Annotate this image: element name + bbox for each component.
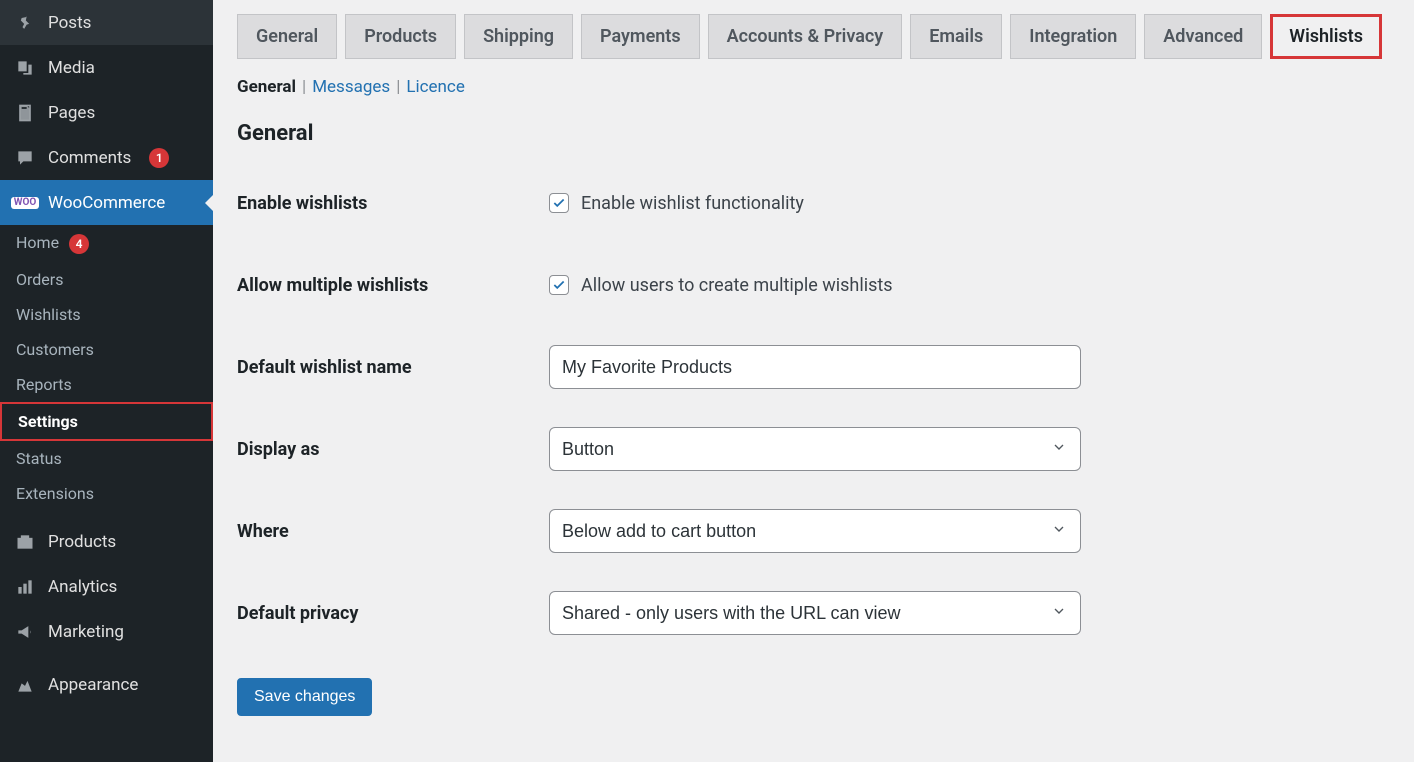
submenu-item-reports[interactable]: Reports — [0, 367, 213, 402]
submenu-item-home[interactable]: Home 4 — [0, 225, 213, 262]
subtab-licence[interactable]: Licence — [406, 77, 465, 97]
tab-shipping[interactable]: Shipping — [464, 14, 573, 59]
submenu-item-status[interactable]: Status — [0, 441, 213, 476]
sidebar-item-products[interactable]: Products — [0, 519, 213, 564]
comments-count-badge: 1 — [149, 148, 169, 168]
sidebar-item-analytics[interactable]: Analytics — [0, 564, 213, 609]
tab-advanced[interactable]: Advanced — [1144, 14, 1262, 59]
section-title: General — [237, 121, 1390, 146]
sidebar-item-comments[interactable]: Comments 1 — [0, 135, 213, 180]
label-display-as: Display as — [237, 439, 549, 460]
pin-icon — [14, 12, 36, 34]
sidebar-item-label: Analytics — [48, 577, 117, 597]
submenu-item-wishlists[interactable]: Wishlists — [0, 297, 213, 332]
home-count-badge: 4 — [69, 234, 89, 254]
sidebar-item-posts[interactable]: Posts — [0, 0, 213, 45]
comment-icon — [14, 147, 36, 169]
products-icon — [14, 531, 36, 553]
sidebar-item-pages[interactable]: Pages — [0, 90, 213, 135]
submenu-item-extensions[interactable]: Extensions — [0, 476, 213, 511]
checkbox-enable-wishlists[interactable] — [549, 193, 569, 213]
label-allow-multiple: Allow multiple wishlists — [237, 275, 549, 296]
sidebar-item-appearance[interactable]: Appearance — [0, 662, 213, 707]
media-icon — [14, 57, 36, 79]
sidebar-item-marketing[interactable]: Marketing — [0, 609, 213, 654]
tab-products[interactable]: Products — [345, 14, 456, 59]
label-default-wishlist-name: Default wishlist name — [237, 357, 549, 378]
select-where[interactable]: Below add to cart button — [549, 509, 1081, 553]
settings-tabs: General Products Shipping Payments Accou… — [237, 14, 1390, 59]
sidebar-item-label: Marketing — [48, 622, 124, 642]
input-default-wishlist-name[interactable] — [549, 345, 1081, 389]
marketing-icon — [14, 621, 36, 643]
checkbox-allow-multiple[interactable] — [549, 275, 569, 295]
settings-form: Enable wishlists Enable wishlist functio… — [237, 162, 1390, 654]
field-enable-wishlists[interactable]: Enable wishlist functionality — [549, 193, 1390, 214]
sidebar-item-label: Posts — [48, 13, 91, 33]
tab-integration[interactable]: Integration — [1010, 14, 1136, 59]
woocommerce-submenu: Home 4 Orders Wishlists Customers Report… — [0, 225, 213, 519]
sidebar-item-label: Products — [48, 532, 116, 552]
analytics-icon — [14, 576, 36, 598]
save-changes-button[interactable]: Save changes — [237, 678, 372, 716]
submenu-item-settings[interactable]: Settings — [0, 402, 213, 441]
sidebar-item-label: WooCommerce — [48, 193, 165, 213]
checkbox-label: Enable wishlist functionality — [581, 193, 804, 214]
tab-general[interactable]: General — [237, 14, 337, 59]
tab-accounts-privacy[interactable]: Accounts & Privacy — [708, 14, 903, 59]
label-default-privacy: Default privacy — [237, 603, 549, 624]
field-allow-multiple[interactable]: Allow users to create multiple wishlists — [549, 275, 1390, 296]
wishlist-subtabs: General | Messages | Licence — [237, 77, 1390, 97]
woo-icon: WOO — [14, 192, 36, 214]
tab-payments[interactable]: Payments — [581, 14, 700, 59]
sidebar-item-label: Appearance — [48, 675, 138, 695]
submenu-item-customers[interactable]: Customers — [0, 332, 213, 367]
subtab-messages[interactable]: Messages — [312, 77, 390, 97]
sidebar-item-media[interactable]: Media — [0, 45, 213, 90]
sidebar-item-label: Media — [48, 58, 95, 78]
sidebar-item-label: Pages — [48, 103, 95, 123]
subtab-general[interactable]: General — [237, 77, 296, 97]
submenu-item-orders[interactable]: Orders — [0, 262, 213, 297]
tab-wishlists[interactable]: Wishlists — [1270, 14, 1382, 59]
main-content: General Products Shipping Payments Accou… — [213, 0, 1414, 762]
select-display-as[interactable]: Button — [549, 427, 1081, 471]
sidebar-item-woocommerce[interactable]: WOO WooCommerce — [0, 180, 213, 225]
admin-sidebar: Posts Media Pages Comments 1 WOO WooComm… — [0, 0, 213, 762]
label-enable-wishlists: Enable wishlists — [237, 193, 549, 214]
select-default-privacy[interactable]: Shared - only users with the URL can vie… — [549, 591, 1081, 635]
label-where: Where — [237, 521, 549, 542]
checkbox-label: Allow users to create multiple wishlists — [581, 275, 893, 296]
tab-emails[interactable]: Emails — [910, 14, 1002, 59]
sidebar-item-label: Comments — [48, 148, 131, 168]
pages-icon — [14, 102, 36, 124]
appearance-icon — [14, 674, 36, 696]
